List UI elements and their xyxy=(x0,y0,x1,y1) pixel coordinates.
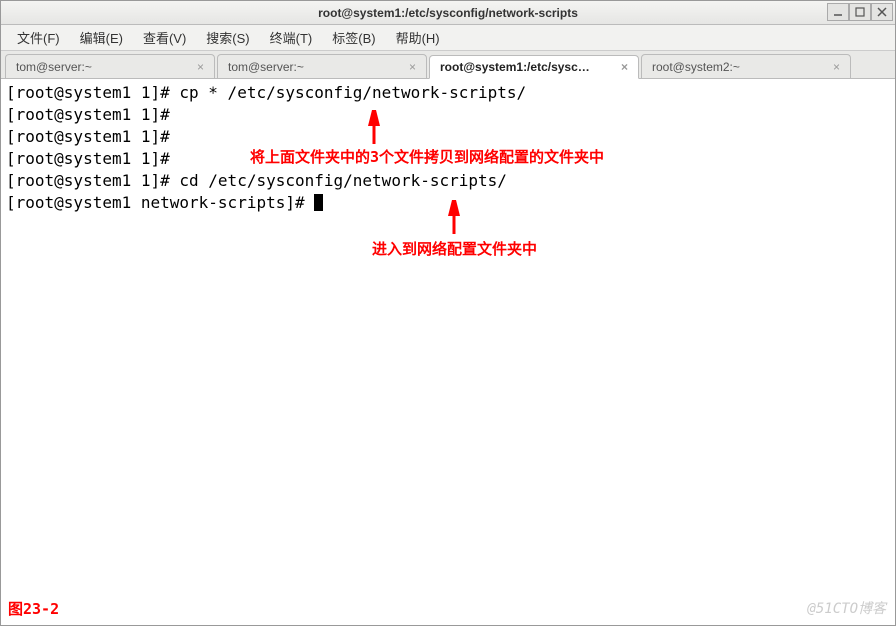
terminal-line: [root@system1 1]# cp * /etc/sysconfig/ne… xyxy=(6,82,890,104)
annotation-text: 进入到网络配置文件夹中 xyxy=(372,238,537,260)
close-icon[interactable]: × xyxy=(193,60,208,74)
terminal-tab-active[interactable]: root@system1:/etc/sysc… × xyxy=(429,55,639,79)
maximize-button[interactable] xyxy=(849,3,871,21)
tabbar: tom@server:~ × tom@server:~ × root@syste… xyxy=(1,51,895,79)
tab-label: tom@server:~ xyxy=(16,60,193,74)
terminal-tab[interactable]: tom@server:~ × xyxy=(5,54,215,78)
terminal-tab[interactable]: tom@server:~ × xyxy=(217,54,427,78)
terminal-line: [root@system1 1]# cd /etc/sysconfig/netw… xyxy=(6,170,890,192)
close-icon[interactable]: × xyxy=(829,60,844,74)
menubar: 文件(F) 编辑(E) 查看(V) 搜索(S) 终端(T) 标签(B) 帮助(H… xyxy=(1,25,895,51)
terminal-tab[interactable]: root@system2:~ × xyxy=(641,54,851,78)
cursor-icon xyxy=(314,194,323,211)
close-icon[interactable]: × xyxy=(405,60,420,74)
tab-label: root@system1:/etc/sysc… xyxy=(440,60,617,74)
menu-view[interactable]: 查看(V) xyxy=(133,25,196,50)
window-title: root@system1:/etc/sysconfig/network-scri… xyxy=(1,6,895,20)
watermark: @51CTO博客 xyxy=(807,598,886,620)
terminal-line: [root@system1 network-scripts]# xyxy=(6,192,890,214)
menu-tabs[interactable]: 标签(B) xyxy=(322,25,385,50)
tab-label: tom@server:~ xyxy=(228,60,405,74)
close-icon[interactable]: × xyxy=(617,60,632,74)
close-button[interactable] xyxy=(871,3,893,21)
titlebar: root@system1:/etc/sysconfig/network-scri… xyxy=(1,1,895,25)
terminal-area[interactable]: [root@system1 1]# cp * /etc/sysconfig/ne… xyxy=(2,80,894,624)
window-controls xyxy=(827,3,893,21)
terminal-line: [root@system1 1]# xyxy=(6,148,890,170)
menu-help[interactable]: 帮助(H) xyxy=(386,25,450,50)
terminal-line: [root@system1 1]# xyxy=(6,126,890,148)
menu-edit[interactable]: 编辑(E) xyxy=(70,25,133,50)
figure-label: 图23-2 xyxy=(8,598,59,620)
tab-label: root@system2:~ xyxy=(652,60,829,74)
minimize-button[interactable] xyxy=(827,3,849,21)
terminal-line: [root@system1 1]# xyxy=(6,104,890,126)
menu-search[interactable]: 搜索(S) xyxy=(196,25,259,50)
menu-file[interactable]: 文件(F) xyxy=(7,25,70,50)
menu-terminal[interactable]: 终端(T) xyxy=(260,25,323,50)
